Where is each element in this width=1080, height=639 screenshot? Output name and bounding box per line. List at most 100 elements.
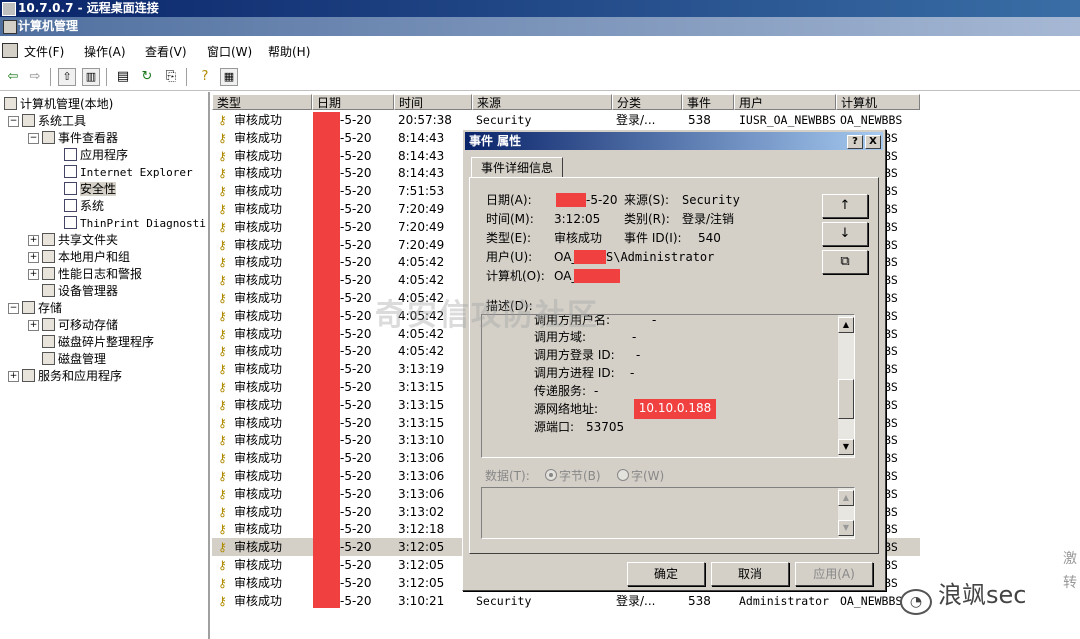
tree-system-tools[interactable]: 系统工具 bbox=[22, 113, 86, 129]
window-title: 计算机管理 bbox=[18, 19, 79, 33]
tree-thinprint-log[interactable]: ThinPrint Diagnosti bbox=[64, 215, 206, 232]
category-label: 类别(R): bbox=[624, 212, 670, 226]
desc-line: 传递服务: bbox=[534, 384, 587, 398]
tree-application-log[interactable]: 应用程序 bbox=[64, 147, 128, 163]
tree-removable-storage[interactable]: 可移动存储 bbox=[42, 317, 118, 333]
next-event-button[interactable]: ↓ bbox=[822, 222, 868, 246]
up-folder-icon[interactable]: ⇧ bbox=[58, 68, 76, 86]
menu-view[interactable]: 查看(V) bbox=[145, 43, 187, 60]
expand-services[interactable]: + bbox=[8, 371, 19, 382]
key-icon: ⚷ bbox=[218, 504, 227, 519]
column-event[interactable]: 事件 bbox=[682, 94, 734, 110]
dialog-title: 事件 属性 bbox=[469, 134, 522, 148]
cell-time: 4:05:42 bbox=[398, 273, 445, 288]
ok-button[interactable]: 确定 bbox=[627, 562, 705, 586]
forward-icon[interactable]: ⇨ bbox=[26, 68, 44, 86]
tree-system-log[interactable]: 系统 bbox=[64, 198, 104, 214]
menu-window[interactable]: 窗口(W) bbox=[207, 43, 252, 60]
key-icon: ⚷ bbox=[218, 593, 227, 608]
tree-security-log[interactable]: 安全性 bbox=[64, 181, 117, 197]
window-control-icon[interactable] bbox=[2, 43, 18, 58]
key-icon: ⚷ bbox=[218, 558, 227, 572]
tree-services-apps[interactable]: 服务和应用程序 bbox=[22, 368, 122, 384]
data-box[interactable]: ▲ ▼ bbox=[481, 487, 855, 539]
show-tree-icon[interactable]: ▥ bbox=[82, 68, 100, 86]
cell-time: 8:14:43 bbox=[398, 166, 445, 181]
scroll-down-icon[interactable]: ▼ bbox=[838, 520, 854, 536]
collapse-event-viewer[interactable]: − bbox=[28, 133, 39, 144]
cell-computer: OA_NEWBBS bbox=[840, 113, 903, 127]
key-icon: ⚷ bbox=[218, 344, 227, 359]
bytes-radio[interactable]: 字节(B) bbox=[545, 468, 601, 484]
cell-type: 审核成功 bbox=[234, 380, 283, 394]
column-computer[interactable]: 计算机 bbox=[836, 94, 920, 110]
tree-perf-logs[interactable]: 性能日志和警报 bbox=[42, 266, 142, 282]
apply-button[interactable]: 应用(A) bbox=[795, 562, 873, 586]
tree-event-viewer[interactable]: 事件查看器 bbox=[42, 130, 118, 146]
cell-date: -5-20 bbox=[340, 166, 372, 181]
expand-perf-logs[interactable]: + bbox=[28, 269, 39, 280]
console-icon[interactable]: ▦ bbox=[220, 68, 238, 86]
desc-value: - bbox=[630, 366, 635, 380]
removable-icon bbox=[42, 318, 55, 331]
description-box[interactable]: 调用方用户名: - 调用方域: - 调用方登录 ID: - 调用方进程 ID: … bbox=[481, 314, 855, 458]
cell-time: 7:20:49 bbox=[398, 219, 445, 234]
column-date[interactable]: 日期 bbox=[312, 94, 394, 110]
cell-time: 3:13:15 bbox=[398, 380, 445, 394]
tree-storage[interactable]: 存储 bbox=[22, 300, 62, 316]
collapse-system-tools[interactable]: − bbox=[8, 116, 19, 127]
scroll-up-icon[interactable]: ▲ bbox=[838, 490, 854, 506]
column-category[interactable]: 分类 bbox=[612, 94, 682, 110]
scroll-up-icon[interactable]: ▲ bbox=[838, 317, 854, 333]
words-radio[interactable]: 字(W) bbox=[617, 468, 664, 484]
properties-icon[interactable]: ▤ bbox=[114, 68, 132, 86]
scroll-down-icon[interactable]: ▼ bbox=[838, 439, 854, 455]
tab-event-details[interactable]: 事件详细信息 bbox=[471, 157, 563, 178]
cell-time: 8:14:43 bbox=[398, 130, 445, 145]
data-scrollbar[interactable]: ▲ ▼ bbox=[838, 488, 854, 538]
console-tree: 计算机管理(本地) − 系统工具 − 事件查看器 应用程序 Internet E… bbox=[0, 92, 210, 639]
tree-local-users[interactable]: 本地用户和组 bbox=[42, 249, 130, 265]
device-manager-icon bbox=[42, 284, 55, 297]
menu-help[interactable]: 帮助(H) bbox=[268, 43, 310, 60]
help-icon[interactable]: ? bbox=[196, 68, 214, 86]
cancel-button[interactable]: 取消 bbox=[711, 562, 789, 586]
key-icon: ⚷ bbox=[218, 469, 227, 483]
cell-computer: BS bbox=[884, 558, 898, 572]
column-time[interactable]: 时间 bbox=[394, 94, 472, 110]
type-value: 审核成功 bbox=[554, 231, 603, 245]
copy-button[interactable]: ⧉ bbox=[822, 250, 868, 274]
cell-date: -5-20 bbox=[340, 184, 372, 199]
tree-shared-folders[interactable]: 共享文件夹 bbox=[42, 232, 118, 248]
cell-date: -5-20 bbox=[340, 219, 372, 234]
help-button[interactable]: ? bbox=[847, 135, 863, 149]
cell-date: -5-20 bbox=[340, 380, 372, 394]
cell-computer: BS bbox=[884, 380, 898, 394]
menu-action[interactable]: 操作(A) bbox=[84, 43, 126, 60]
column-user[interactable]: 用户 bbox=[734, 94, 836, 110]
tree-defrag[interactable]: 磁盘碎片整理程序 bbox=[42, 334, 154, 350]
description-scrollbar[interactable]: ▲ ▼ bbox=[838, 315, 854, 457]
cell-type: 审核成功 bbox=[234, 469, 283, 483]
tree-root[interactable]: 计算机管理(本地) bbox=[4, 96, 113, 112]
menu-file[interactable]: 文件(F) bbox=[24, 43, 64, 60]
scroll-thumb[interactable] bbox=[838, 379, 854, 419]
collapse-storage[interactable]: − bbox=[8, 303, 19, 314]
watermark: 奇安信攻防社区 bbox=[375, 298, 599, 333]
column-type[interactable]: 类型 bbox=[212, 94, 312, 110]
column-source[interactable]: 来源 bbox=[472, 94, 612, 110]
tree-ie-log[interactable]: Internet Explorer bbox=[64, 164, 193, 181]
redaction bbox=[574, 269, 620, 283]
close-button[interactable]: X bbox=[865, 135, 881, 149]
tree-disk-management[interactable]: 磁盘管理 bbox=[42, 351, 106, 367]
time-value: 3:12:05 bbox=[554, 212, 601, 226]
refresh-icon[interactable]: ↻ bbox=[138, 68, 156, 86]
expand-shared-folders[interactable]: + bbox=[28, 235, 39, 246]
export-list-icon[interactable]: ⎘ bbox=[162, 68, 180, 86]
back-icon[interactable]: ⇦ bbox=[4, 68, 22, 86]
tree-device-manager[interactable]: 设备管理器 bbox=[42, 283, 118, 299]
cell-date: -5-20 bbox=[340, 540, 372, 555]
previous-event-button[interactable]: ↑ bbox=[822, 194, 868, 218]
expand-removable[interactable]: + bbox=[28, 320, 39, 331]
expand-local-users[interactable]: + bbox=[28, 252, 39, 263]
